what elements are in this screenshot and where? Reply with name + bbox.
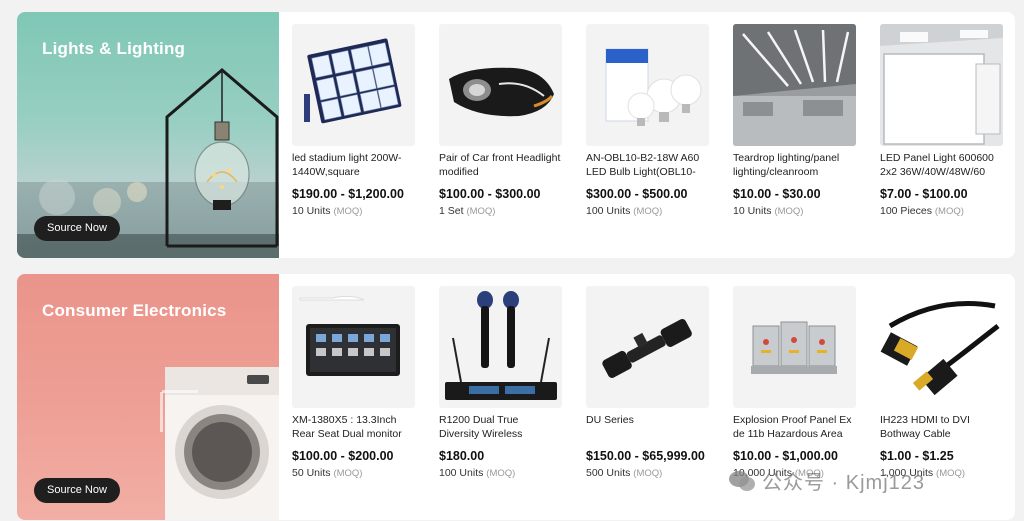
product-card[interactable]: DU Series $150.00 - $65,999.00 500 Units… (586, 286, 711, 481)
product-card[interactable]: Pair of Car front Headlight modified $10… (439, 24, 564, 219)
product-name[interactable]: LED Panel Light 600600 2x2 36W/40W/48W/6… (880, 151, 1002, 179)
product-card[interactable]: IH223 HDMI to DVI Bothway Cable $1.00 - … (880, 286, 1005, 481)
category-section-lighting: Lights & Lighting Source Now led stadium… (17, 12, 1015, 258)
product-moq: 10 Units (MOQ) (733, 205, 804, 217)
product-card[interactable]: XM-1380X5 : 13.3Inch Rear Seat Dual moni… (292, 286, 417, 481)
product-name[interactable]: Explosion Proof Panel Ex de 11b Hazardou… (733, 413, 855, 441)
product-price: $150.00 - $65,999.00 (586, 449, 705, 463)
product-price: $190.00 - $1,200.00 (292, 187, 404, 201)
product-name[interactable]: Teardrop lighting/panel lighting/cleanro… (733, 151, 855, 179)
source-now-button[interactable]: Source Now (34, 478, 120, 503)
product-image-led-panel[interactable] (880, 24, 1003, 146)
product-price: $100.00 - $200.00 (292, 449, 394, 463)
product-price: $1.00 - $1.25 (880, 449, 954, 463)
product-name[interactable]: IH223 HDMI to DVI Bothway Cable (880, 413, 1002, 441)
product-price: $180.00 (439, 449, 485, 463)
product-image-stadium-light[interactable] (292, 24, 415, 146)
product-card[interactable]: LED Panel Light 600600 2x2 36W/40W/48W/6… (880, 24, 1005, 219)
product-card[interactable]: AN-OBL10-B2-18W A60 LED Bulb Light(OBL10… (586, 24, 711, 219)
product-moq: 100 Pieces (MOQ) (880, 205, 964, 217)
product-image-wireless-microphone[interactable] (439, 286, 562, 408)
category-banner-electronics[interactable]: Consumer Electronics Source Now (17, 274, 279, 520)
product-price: $10.00 - $1,000.00 (733, 449, 838, 463)
product-moq: 10 Units (MOQ) (292, 205, 363, 217)
product-image-led-bulb[interactable] (586, 24, 709, 146)
wechat-icon (728, 469, 756, 493)
product-card[interactable]: Teardrop lighting/panel lighting/cleanro… (733, 24, 858, 219)
product-price: $100.00 - $300.00 (439, 187, 541, 201)
product-price: $7.00 - $100.00 (880, 187, 968, 201)
product-image-scope[interactable] (586, 286, 709, 408)
product-card[interactable]: Explosion Proof Panel Ex de 11b Hazardou… (733, 286, 858, 481)
product-name[interactable]: XM-1380X5 : 13.3Inch Rear Seat Dual moni… (292, 413, 414, 441)
category-title: Lights & Lighting (42, 39, 186, 58)
product-image-cleanroom-lighting[interactable] (733, 24, 856, 146)
product-name[interactable]: led stadium light 200W-1440W,square (292, 151, 414, 179)
product-moq: 1 Set (MOQ) (439, 205, 496, 217)
product-moq: 500 Units (MOQ) (586, 467, 663, 479)
product-moq: 100 Units (MOQ) (586, 205, 663, 217)
category-title: Consumer Electronics (42, 301, 227, 320)
watermark-text: 公众号 · Kjmj123 (762, 472, 926, 494)
product-moq: 100 Units (MOQ) (439, 467, 516, 479)
product-name[interactable]: Pair of Car front Headlight modified (439, 151, 561, 179)
product-image-car-headlight[interactable] (439, 24, 562, 146)
category-banner-lighting[interactable]: Lights & Lighting Source Now (17, 12, 279, 258)
product-card[interactable]: R1200 Dual True Diversity Wireless Micro… (439, 286, 564, 481)
product-price: $300.00 - $500.00 (586, 187, 688, 201)
product-price: $10.00 - $30.00 (733, 187, 821, 201)
source-now-button[interactable]: Source Now (34, 216, 120, 241)
product-moq: 50 Units (MOQ) (292, 467, 363, 479)
watermark: 公众号 · Kjmj123 (728, 466, 925, 495)
product-image-rear-seat-monitor[interactable] (292, 286, 415, 408)
product-name[interactable]: DU Series (586, 413, 708, 441)
product-name[interactable]: R1200 Dual True Diversity Wireless Micro… (439, 413, 561, 441)
product-name[interactable]: AN-OBL10-B2-18W A60 LED Bulb Light(OBL10… (586, 151, 708, 179)
product-card[interactable]: led stadium light 200W-1440W,square $190… (292, 24, 417, 219)
product-image-explosion-proof-panel[interactable] (733, 286, 856, 408)
product-image-hdmi-dvi-cable[interactable] (880, 286, 1003, 408)
